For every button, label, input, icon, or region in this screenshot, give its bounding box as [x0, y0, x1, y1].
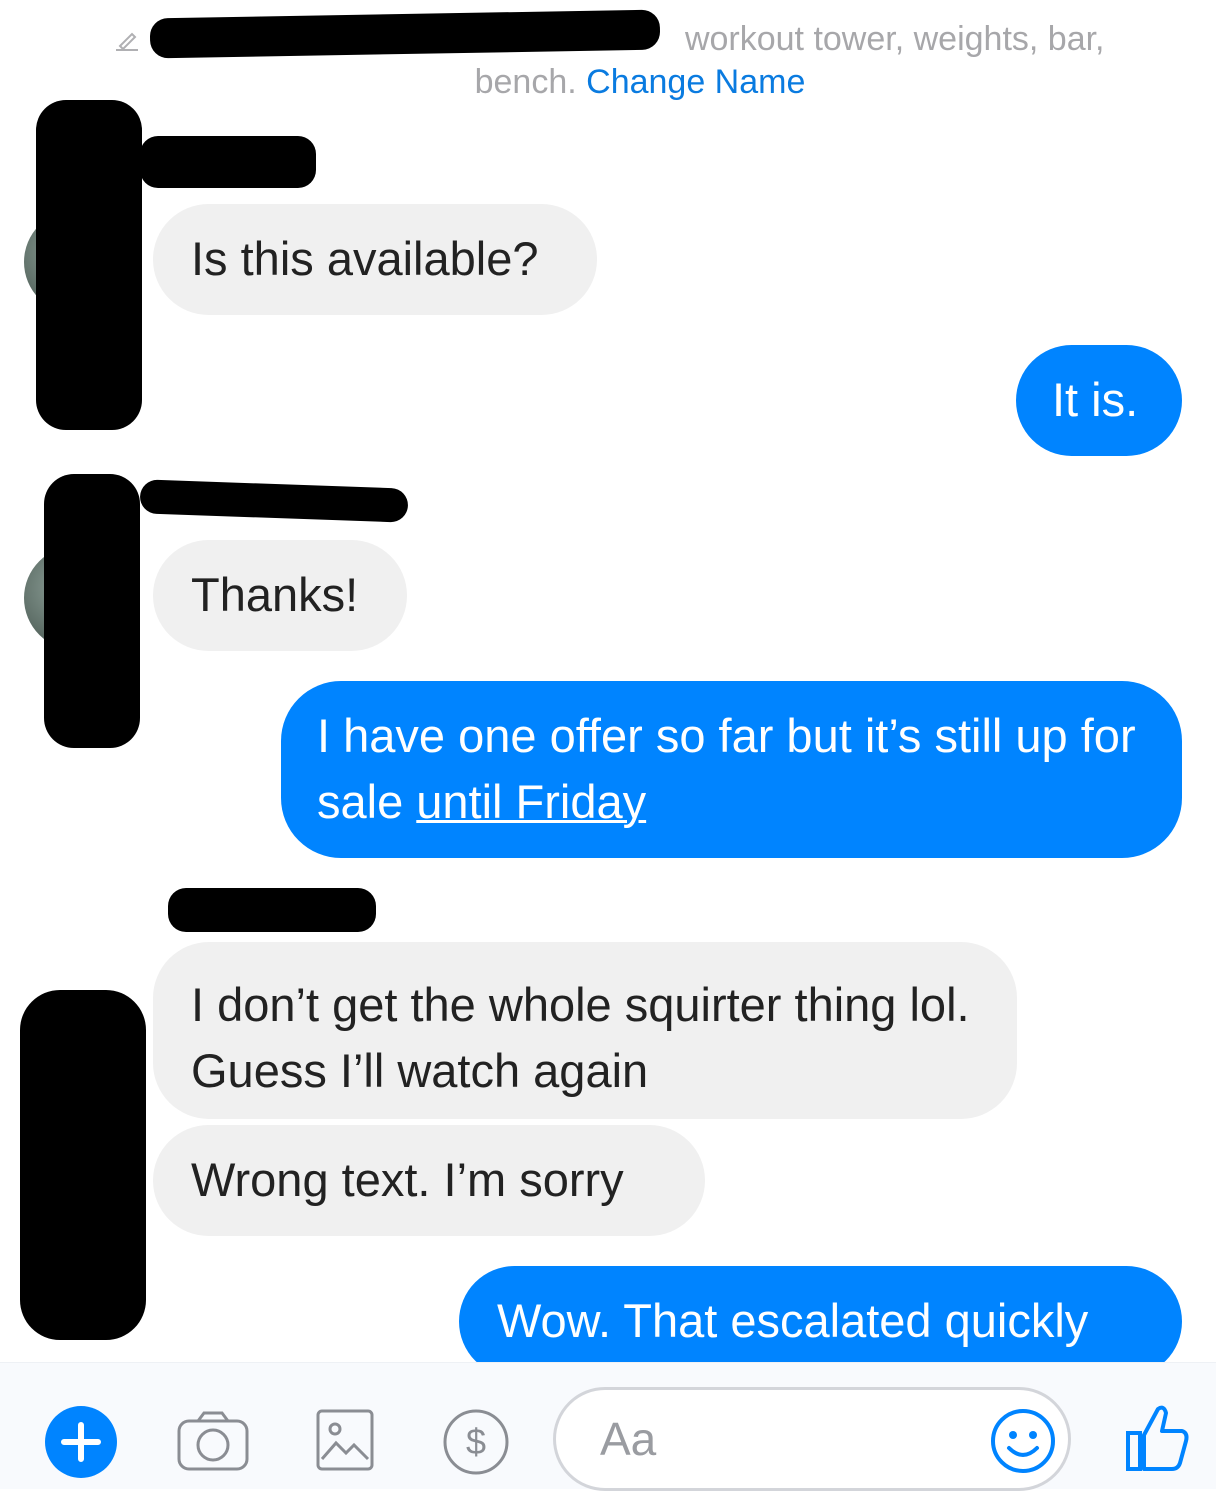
message-bubble-incoming[interactable]: Is this available?	[153, 204, 597, 315]
dollar-icon[interactable]: $	[443, 1409, 509, 1475]
redaction	[140, 136, 316, 188]
camera-icon[interactable]	[176, 1409, 250, 1473]
svg-text:$: $	[466, 1421, 486, 1462]
message-bubble-incoming[interactable]: Wrong text. I’m sorry	[153, 1125, 705, 1236]
message-input[interactable]: Aa	[553, 1387, 1071, 1491]
emoji-icon[interactable]	[990, 1408, 1056, 1474]
thumbs-up-icon[interactable]	[1124, 1403, 1190, 1473]
detected-date-link[interactable]: until Friday	[416, 775, 646, 828]
redaction	[44, 474, 140, 748]
message-input-placeholder: Aa	[600, 1413, 657, 1465]
redaction	[139, 479, 409, 523]
change-name-link[interactable]: Change Name	[586, 63, 805, 101]
gallery-icon[interactable]	[316, 1409, 374, 1471]
note-text: workout tower, weights, bar,	[684, 20, 1105, 58]
message-text: Thanks!	[191, 568, 359, 621]
message-text: Is this available?	[191, 232, 539, 285]
message-text: Wow. That escalated quickly	[497, 1294, 1089, 1347]
composer-bar: $ Aa	[0, 1362, 1216, 1491]
message-text: I don’t get the whole squirter thing lol…	[191, 978, 970, 1097]
message-text: It is.	[1052, 373, 1139, 426]
message-bubble-incoming[interactable]: I don’t get the whole squirter thing lol…	[153, 942, 1017, 1119]
message-bubble-outgoing[interactable]: It is.	[1016, 345, 1182, 456]
redaction	[20, 990, 146, 1340]
redaction	[36, 100, 142, 430]
message-bubble-incoming[interactable]: Thanks!	[153, 540, 407, 651]
plus-icon[interactable]	[44, 1405, 118, 1479]
message-bubble-outgoing[interactable]: Wow. That escalated quickly	[459, 1266, 1182, 1377]
message-text: Wrong text. I’m sorry	[191, 1153, 624, 1206]
edit-icon	[116, 32, 138, 51]
redaction	[168, 888, 376, 932]
note-text-2: bench.	[474, 63, 577, 101]
message-bubble-outgoing[interactable]: I have one offer so far but it’s still u…	[281, 681, 1182, 858]
